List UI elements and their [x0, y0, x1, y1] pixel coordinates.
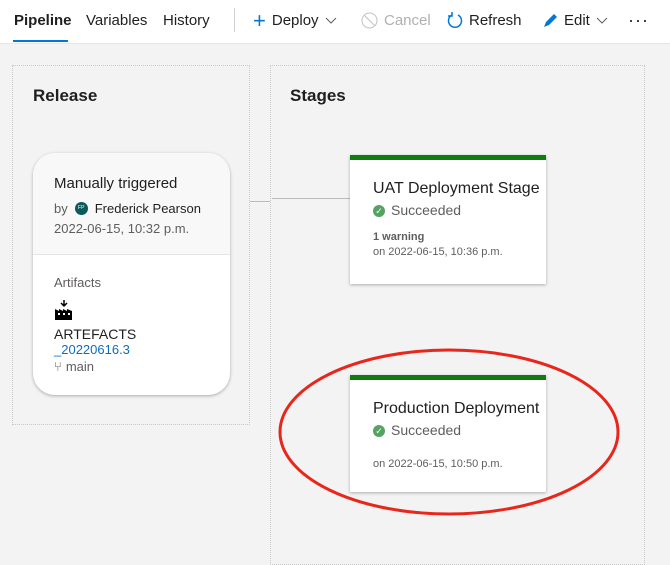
release-card[interactable]: Manually triggered by FP Frederick Pears… [33, 153, 230, 395]
cancel-label: Cancel [384, 12, 431, 29]
stage-status: Succeeded [391, 202, 462, 218]
stage-date: on 2022-06-15, 10:36 p.m. [373, 246, 503, 258]
pencil-icon [544, 13, 557, 27]
plus-icon: + [253, 8, 266, 33]
by-label: by [54, 201, 68, 216]
deploy-label: Deploy [271, 12, 319, 29]
artifact-name: ARTEFACTS [54, 326, 137, 342]
success-check-icon: ✓ [373, 205, 385, 217]
edit-label: Edit [564, 12, 590, 29]
chevron-down-icon [325, 17, 336, 24]
refresh-label: Refresh [469, 12, 522, 29]
stage-status: Succeeded [391, 422, 462, 438]
more-options-button[interactable]: ··· [628, 10, 649, 31]
success-check-icon: ✓ [373, 425, 385, 437]
branch-icon: ⑂ [54, 359, 62, 374]
trigger-text: Manually triggered [54, 175, 178, 192]
release-date: 2022-06-15, 10:32 p.m. [54, 221, 190, 236]
stage-warning: 1 warning [373, 231, 425, 243]
refresh-button[interactable]: Refresh [447, 12, 522, 29]
branch-name: main [65, 359, 94, 374]
chevron-down-icon [596, 17, 608, 24]
stage-card-uat[interactable]: UAT Deployment Stage ✓ Succeeded 1 warnin… [350, 155, 546, 284]
tab-variables[interactable]: Variables [86, 12, 147, 29]
artifact-version-link[interactable]: _20220616.3 [54, 342, 230, 357]
user-name[interactable]: Frederick Pearson [95, 201, 201, 216]
toolbar: Pipeline Variables History + Deploy Canc… [0, 0, 670, 44]
tab-pipeline[interactable]: Pipeline [14, 12, 72, 29]
artifact-build-icon [55, 300, 72, 320]
divider [234, 8, 235, 32]
tab-history[interactable]: History [163, 12, 210, 29]
connector-line [272, 198, 350, 199]
release-title: Release [33, 86, 98, 105]
deploy-button[interactable]: + Deploy [253, 8, 337, 33]
stage-name: Production Deployment [373, 400, 540, 417]
stage-name: UAT Deployment Stage [373, 180, 540, 197]
connector-line [250, 201, 270, 202]
refresh-icon [447, 12, 463, 28]
stage-card-production[interactable]: Production Deployment ✓ Succeeded on 2022… [350, 375, 546, 492]
avatar: FP [74, 202, 88, 215]
cancel-icon [361, 12, 378, 29]
stage-date: on 2022-06-15, 10:50 p.m. [373, 458, 503, 470]
stages-title: Stages [290, 86, 346, 105]
edit-button[interactable]: Edit [542, 12, 608, 29]
active-tab-indicator [13, 40, 68, 42]
cancel-button[interactable]: Cancel [361, 12, 431, 29]
artifacts-label: Artifacts [54, 275, 101, 290]
